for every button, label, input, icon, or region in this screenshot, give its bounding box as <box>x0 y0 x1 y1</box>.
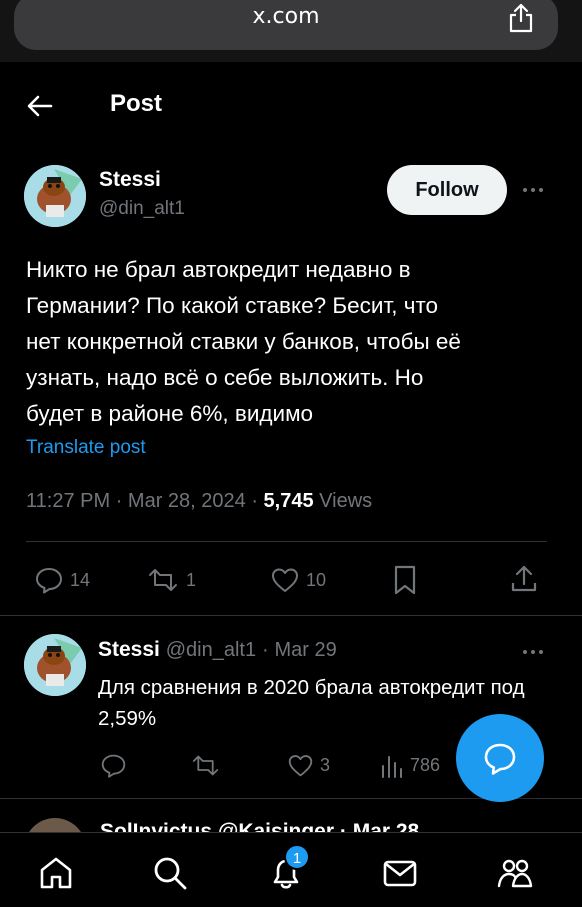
post-meta: 11:27 PM · Mar 28, 2024 · 5,745 Views <box>26 490 372 513</box>
reply-author-name[interactable]: Stessi <box>98 638 160 661</box>
reply-count: 14 <box>70 569 91 590</box>
avatar[interactable] <box>24 165 86 227</box>
search-icon[interactable] <box>150 853 190 893</box>
divider <box>26 541 547 542</box>
post-text: Никто не брал автокредит недавно в Герма… <box>26 257 461 426</box>
more-options-icon[interactable] <box>521 186 545 194</box>
views-count: 5,745 <box>263 490 314 512</box>
bookmark-icon[interactable] <box>392 564 418 596</box>
follow-button[interactable]: Follow <box>387 165 507 215</box>
like-count: 3 <box>320 755 331 775</box>
author-name[interactable]: Stessi <box>99 168 161 192</box>
post-date[interactable]: Mar 28, 2024 <box>128 490 246 512</box>
repost-count: 1 <box>186 569 197 590</box>
repost-icon <box>149 569 177 591</box>
heart-icon <box>272 568 298 592</box>
communities-icon[interactable] <box>495 853 535 893</box>
analytics-icon <box>382 756 402 778</box>
notifications-badge: 1 <box>284 844 310 870</box>
divider <box>0 615 582 616</box>
compose-reply-button[interactable] <box>456 714 544 802</box>
meta-separator: · <box>251 490 264 512</box>
page-header: Post <box>0 62 582 150</box>
heart-icon <box>288 755 313 777</box>
views-action[interactable]: 786 <box>380 752 440 779</box>
reply-action[interactable]: 14 <box>34 565 90 595</box>
like-count: 10 <box>306 569 327 590</box>
repost-action[interactable]: 1 <box>146 565 196 595</box>
chat-bubble-icon <box>484 743 516 775</box>
views-count: 786 <box>410 755 441 775</box>
author-handle[interactable]: @din_alt1 <box>99 198 185 220</box>
bottom-nav <box>0 832 582 907</box>
share-icon[interactable] <box>506 2 536 34</box>
reply-icon <box>36 568 62 594</box>
reply-avatar[interactable] <box>24 634 86 696</box>
views-label: Views <box>319 490 373 512</box>
repost-icon <box>192 755 219 776</box>
home-icon[interactable] <box>36 853 76 893</box>
reply-icon <box>101 754 126 778</box>
reply-handle[interactable]: @din_alt1 <box>166 639 256 661</box>
meta-separator: · <box>261 639 269 661</box>
like-action[interactable]: 3 <box>287 752 330 779</box>
repost-action[interactable] <box>190 752 227 779</box>
like-action[interactable]: 10 <box>270 565 326 595</box>
reply-action[interactable] <box>100 752 133 779</box>
reply-date[interactable]: Mar 29 <box>274 639 336 661</box>
back-arrow-icon[interactable] <box>26 92 54 120</box>
post-time[interactable]: 11:27 PM <box>26 490 110 512</box>
translate-post-link[interactable]: Translate post <box>26 437 146 459</box>
browser-bar: x.com <box>0 0 582 62</box>
more-options-icon[interactable] <box>521 648 545 656</box>
messages-icon[interactable] <box>380 853 420 893</box>
address-bar[interactable]: x.com <box>14 0 558 50</box>
url-text: x.com <box>252 4 320 29</box>
reply-header: Stessi @din_alt1 · Mar 29 <box>98 638 337 662</box>
share-icon[interactable] <box>510 563 538 595</box>
page-title: Post <box>110 90 163 117</box>
meta-separator: · <box>115 490 128 512</box>
